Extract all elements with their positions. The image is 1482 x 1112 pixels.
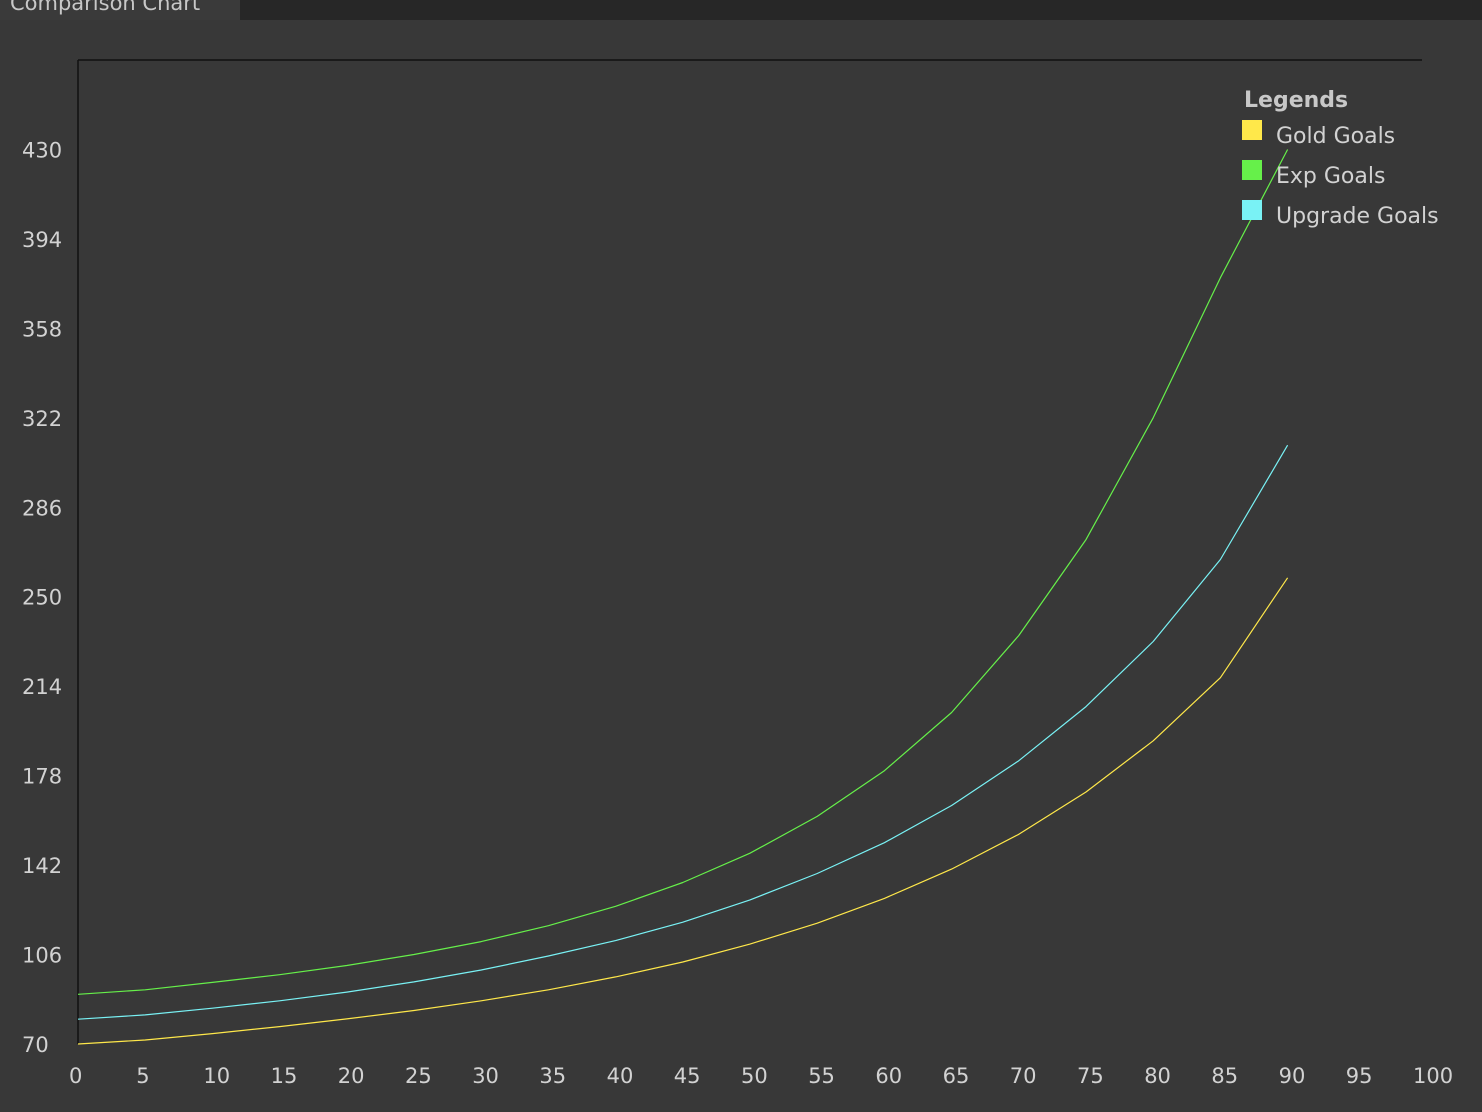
legend-label-upgrade-goals: Upgrade Goals xyxy=(1276,204,1439,229)
y-tick-label: 214 xyxy=(22,675,62,699)
y-tick-label: 430 xyxy=(22,138,62,162)
legend-swatch-exp xyxy=(1242,160,1262,180)
x-axis-tick-labels: 0 5 10 15 20 25 30 35 40 45 50 55 60 65 70 75 80 85 90 95 10… xyxy=(69,1064,1453,1088)
x-tick-label: 75 xyxy=(1077,1064,1104,1088)
x-tick-label: 100 xyxy=(1413,1064,1453,1088)
y-tick-label: 286 xyxy=(22,496,62,520)
x-tick-label: 10 xyxy=(203,1064,230,1088)
y-tick-label: 142 xyxy=(22,854,62,878)
x-tick-label: 55 xyxy=(808,1064,835,1088)
series-line-gold-goals xyxy=(77,577,1289,1045)
legend-item-upgrade-goals: Upgrade Goals xyxy=(1242,200,1439,240)
x-tick-label: 0 xyxy=(69,1064,82,1088)
x-tick-label: 95 xyxy=(1346,1064,1373,1088)
chart-legend: Legends Gold Goals Exp Goals Upgrade Goa… xyxy=(1242,86,1439,240)
legend-swatch-upgrade xyxy=(1242,200,1262,220)
y-tick-label: 178 xyxy=(22,765,62,789)
y-tick-label: 394 xyxy=(22,228,62,252)
legend-label-gold-goals: Gold Goals xyxy=(1276,124,1396,149)
x-tick-label: 20 xyxy=(338,1064,365,1088)
series-line-exp-goals xyxy=(77,149,1289,995)
x-tick-label: 40 xyxy=(607,1064,634,1088)
x-tick-label: 25 xyxy=(405,1064,432,1088)
x-tick-label: 15 xyxy=(271,1064,298,1088)
x-tick-label: 65 xyxy=(943,1064,970,1088)
chart-axes xyxy=(77,59,1422,1044)
y-tick-label: 358 xyxy=(22,317,62,341)
series-line-upgrade-goals xyxy=(77,444,1289,1020)
legend-label-exp-goals: Exp Goals xyxy=(1276,164,1386,189)
x-tick-label: 90 xyxy=(1279,1064,1306,1088)
legend-title: Legends xyxy=(1244,88,1349,113)
chart-series xyxy=(77,149,1289,1045)
x-tick-label: 45 xyxy=(674,1064,701,1088)
x-tick-label: 30 xyxy=(472,1064,499,1088)
y-tick-label: 322 xyxy=(22,407,62,431)
x-tick-label: 60 xyxy=(875,1064,902,1088)
legend-item-exp-goals: Exp Goals xyxy=(1242,160,1385,200)
x-tick-label: 80 xyxy=(1144,1064,1171,1088)
y-axis-tick-labels: 70 106 142 178 214 250 286 322 358 394 430 xyxy=(22,138,62,1057)
y-tick-label: 106 xyxy=(22,944,62,968)
y-tick-label: 70 xyxy=(22,1033,49,1057)
legend-swatch-gold xyxy=(1242,120,1262,140)
legend-item-gold-goals: Gold Goals xyxy=(1242,120,1395,160)
y-tick-label: 250 xyxy=(22,586,62,610)
x-tick-label: 85 xyxy=(1211,1064,1238,1088)
x-tick-label: 50 xyxy=(741,1064,768,1088)
x-tick-label: 5 xyxy=(136,1064,149,1088)
x-tick-label: 35 xyxy=(539,1064,566,1088)
x-tick-label: 70 xyxy=(1010,1064,1037,1088)
